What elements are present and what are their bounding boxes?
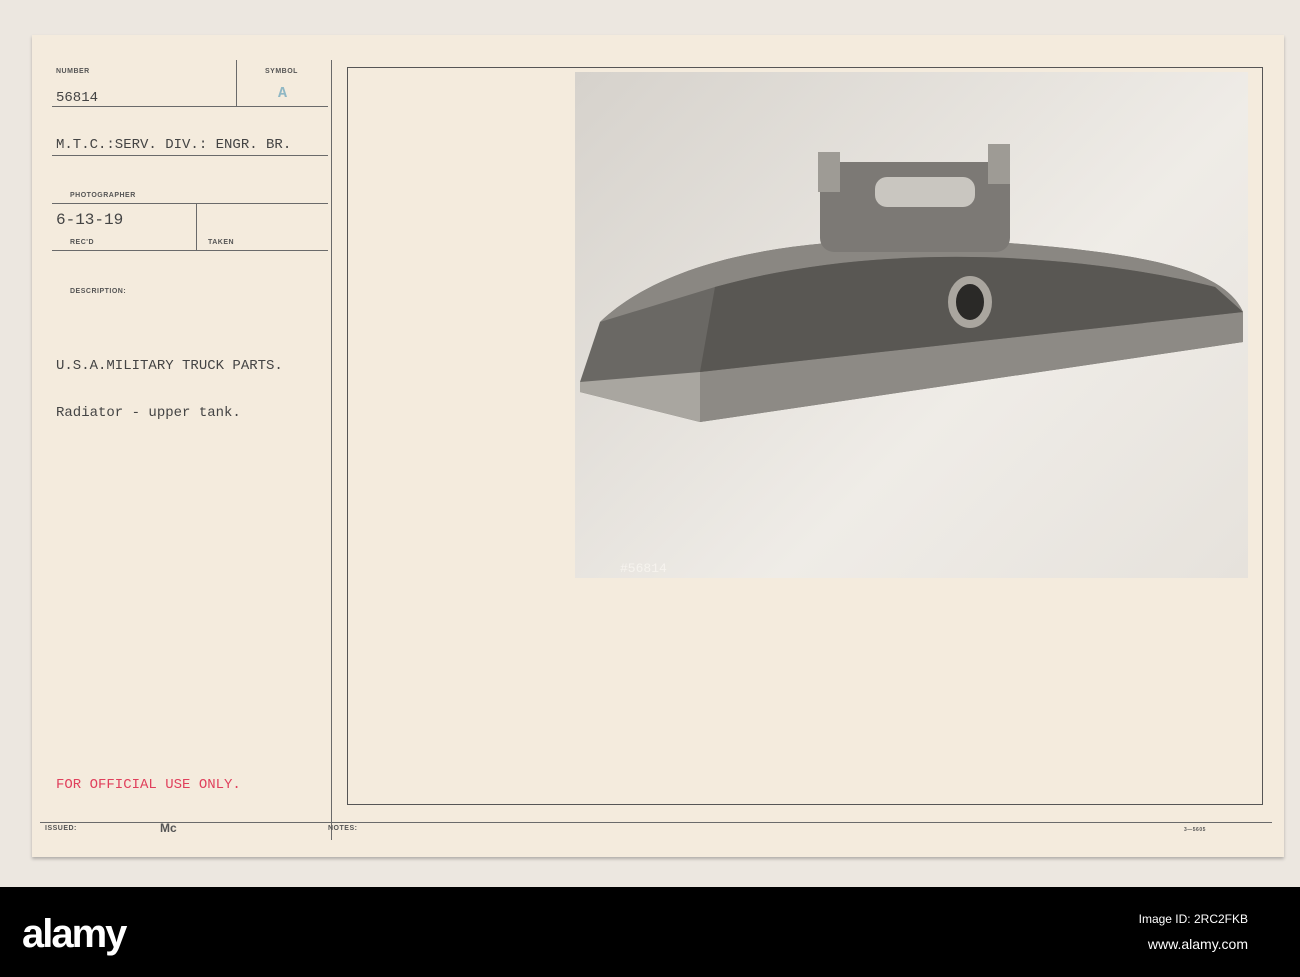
radiator-upper-tank-image: #56814 xyxy=(580,144,1243,576)
alamy-logo: alamy xyxy=(22,912,127,956)
photo-number: #56814 xyxy=(620,561,667,576)
radiator-photo: #56814 xyxy=(575,72,1248,578)
image-id: Image ID: 2RC2FKB xyxy=(1138,912,1248,926)
unit: M.T.C.:SERV. DIV.: ENGR. BR. xyxy=(56,137,292,153)
description-line-2: Radiator - upper tank. xyxy=(56,405,241,421)
alamy-url: www.alamy.com xyxy=(1147,936,1248,952)
number-label: NUMBER xyxy=(56,68,90,75)
received-date: 6-13-19 xyxy=(56,211,124,229)
issued-label: ISSUED: xyxy=(45,825,77,832)
symbol-label: SYMBOL xyxy=(265,68,298,75)
recd-label: REC'D xyxy=(70,239,94,246)
issued-by: Mc xyxy=(160,821,177,835)
form-number: 3—5605 xyxy=(1184,827,1206,833)
description-label: DESCRIPTION: xyxy=(70,288,127,295)
notes-label: NOTES: xyxy=(328,825,358,832)
photo-record-card: NUMBER SYMBOL 56814 A M.T.C.:SERV. DIV.:… xyxy=(32,35,1284,857)
symbol-stamp: A xyxy=(278,85,288,102)
record-number: 56814 xyxy=(56,90,99,106)
watermark-band xyxy=(0,887,1300,977)
photographer-label: PHOTOGRAPHER xyxy=(70,192,136,199)
official-use-stamp: FOR OFFICIAL USE ONLY. xyxy=(56,777,241,793)
description-line-1: U.S.A.MILITARY TRUCK PARTS. xyxy=(56,358,283,374)
taken-label: TAKEN xyxy=(208,239,235,246)
